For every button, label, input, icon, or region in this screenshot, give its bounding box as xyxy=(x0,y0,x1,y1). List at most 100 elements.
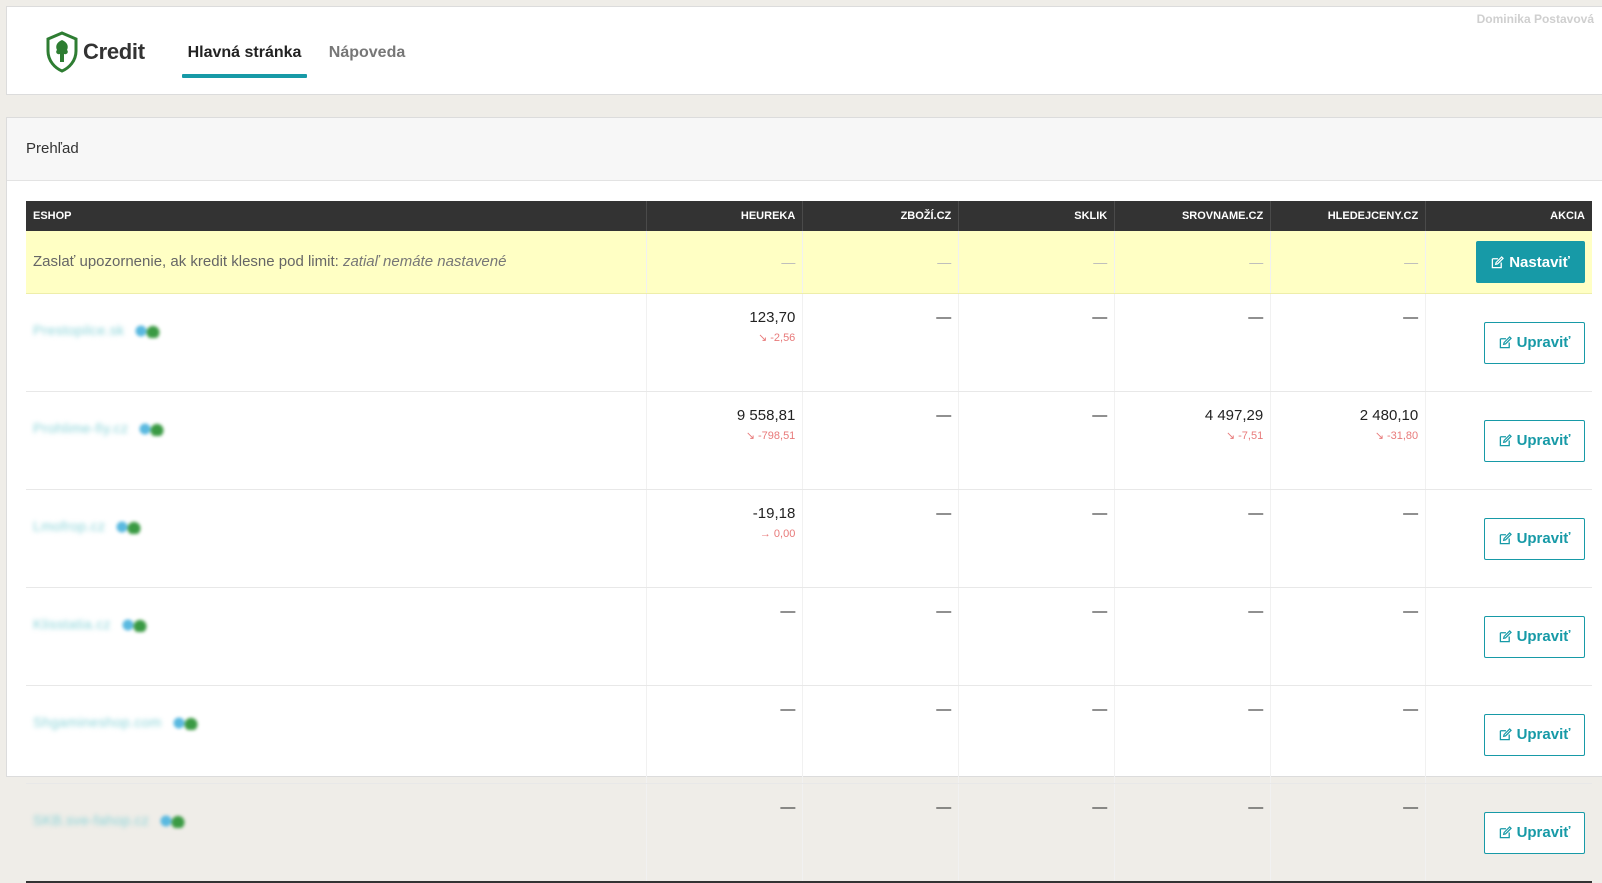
eshop-badge-icon xyxy=(136,421,167,436)
column-header-hledejceny[interactable]: HLEDEJCENY.CZ xyxy=(1270,201,1427,231)
credit-value: — xyxy=(936,407,952,424)
credit-value: — xyxy=(1248,309,1264,326)
table-row: Prestopilce.sk 123,70 ↘ -2,56 — — — — Upraviť xyxy=(26,293,1592,392)
eshop-cell: Shgamineshop.com xyxy=(26,685,648,784)
credit-value: — xyxy=(936,799,952,816)
tab-main-page[interactable]: Hlavná stránka xyxy=(182,7,307,78)
credit-cell-heureka: 123,70 ↘ -2,56 xyxy=(646,293,804,392)
table-row: Lmofrop.cz -19,18 → 0,00 — — — — Upraviť xyxy=(26,489,1592,588)
credit-cell-hledejceny: — xyxy=(1270,783,1427,883)
credit-cell-srovname: — xyxy=(1114,489,1272,588)
credit-value: — xyxy=(1248,505,1264,522)
edit-button[interactable]: Upraviť xyxy=(1484,419,1585,462)
edit-button[interactable]: Upraviť xyxy=(1484,517,1585,560)
edit-button[interactable]: Upraviť xyxy=(1484,615,1585,658)
credit-value: — xyxy=(1092,701,1108,718)
panel-title: Prehľad xyxy=(7,118,1602,181)
credit-value: — xyxy=(936,505,952,522)
column-header-zbozi[interactable]: ZBOŽÍ.CZ xyxy=(802,201,960,231)
credit-value: — xyxy=(1092,505,1108,522)
credit-value: — xyxy=(1092,799,1108,816)
edit-icon xyxy=(1499,532,1512,545)
credit-value: 4 497,29 xyxy=(1204,407,1264,424)
credit-cell-heureka: — xyxy=(646,783,804,883)
credit-cell-srovname: — xyxy=(1114,293,1272,392)
eshop-badge-icon xyxy=(169,715,200,730)
credit-value: — xyxy=(1248,701,1264,718)
eshop-cell: SKB.sve-fahop.cz xyxy=(26,783,648,883)
eshop-name-link[interactable]: Lmofrop.cz xyxy=(33,518,105,534)
credit-value: — xyxy=(1092,309,1108,326)
alert-text-cell: Zaslať upozornenie, ak kredit klesne pod… xyxy=(26,231,648,294)
top-navbar: Credit Hlavná stránka Nápoveda Dominika … xyxy=(6,6,1602,95)
credit-value: 9 558,81 xyxy=(736,407,796,424)
credit-cell-srovname: — xyxy=(1114,685,1272,784)
eshop-badge-icon xyxy=(113,519,144,534)
credit-value: — xyxy=(1248,799,1264,816)
credit-value: — xyxy=(1092,603,1108,620)
column-header-sklik[interactable]: SKLIK xyxy=(958,201,1116,231)
alert-status: zatiaľ nemáte nastavené xyxy=(342,253,507,270)
edit-button-label: Upraviť xyxy=(1516,432,1571,449)
credit-cell-zbozi: — xyxy=(802,293,960,392)
eshop-name-link[interactable]: Prestopilce.sk xyxy=(33,322,124,338)
table-row: Prohlime-fiy.cz 9 558,81 ↘ -798,51 — — 4 497,… xyxy=(26,391,1592,490)
edit-button[interactable]: Upraviť xyxy=(1484,713,1585,756)
credit-cell-srovname: 4 497,29 ↘ -7,51 xyxy=(1114,391,1272,490)
alert-value-sklik: — xyxy=(958,231,1116,294)
alert-value-zbozi: — xyxy=(802,231,960,294)
credit-cell-heureka: -19,18 → 0,00 xyxy=(646,489,804,588)
eshop-cell: Prohlime-fiy.cz xyxy=(26,391,648,490)
credit-delta: ↘ -7,51 xyxy=(1225,430,1264,442)
table-header-row: ESHOP HEUREKA ZBOŽÍ.CZ SKLIK SROVNAME.CZ… xyxy=(26,201,1592,231)
tab-help[interactable]: Nápoveda xyxy=(322,7,412,77)
eshop-name-link[interactable]: Shgamineshop.com xyxy=(33,714,162,730)
credit-cell-sklik: — xyxy=(958,783,1116,883)
credit-cell-zbozi: — xyxy=(802,685,960,784)
credit-cell-heureka: — xyxy=(646,587,804,686)
edit-icon xyxy=(1499,336,1512,349)
credit-cell-sklik: — xyxy=(958,587,1116,686)
edit-icon xyxy=(1499,434,1512,447)
edit-button[interactable]: Upraviť xyxy=(1484,811,1585,854)
eshop-cell: Klisstatia.cz xyxy=(26,587,648,686)
credit-value: — xyxy=(1092,407,1108,424)
edit-button-label: Upraviť xyxy=(1516,530,1571,547)
edit-button-label: Upraviť xyxy=(1516,824,1571,841)
column-header-eshop[interactable]: ESHOP xyxy=(26,201,648,231)
shield-tree-icon xyxy=(46,31,78,73)
credit-cell-sklik: — xyxy=(958,685,1116,784)
edit-icon xyxy=(1499,826,1512,839)
edit-button[interactable]: Upraviť xyxy=(1484,321,1585,364)
alert-limit-row: Zaslať upozornenie, ak kredit klesne pod… xyxy=(26,231,1592,294)
credit-value: — xyxy=(1403,799,1419,816)
logo-text: Credit xyxy=(83,39,145,64)
credit-value: 2 480,10 xyxy=(1359,407,1419,424)
credit-cell-hledejceny: — xyxy=(1270,685,1427,784)
eshop-name-link[interactable]: Klisstatia.cz xyxy=(33,616,111,632)
set-limit-button[interactable]: Nastaviť xyxy=(1476,241,1585,283)
credit-value: -19,18 xyxy=(752,505,796,522)
edit-icon xyxy=(1499,728,1512,741)
credit-delta: ↘ -798,51 xyxy=(745,430,796,442)
table-row: Klisstatia.cz — — — — — Upraviť xyxy=(26,587,1592,686)
credit-cell-hledejceny: — xyxy=(1270,587,1427,686)
eshop-name-link[interactable]: Prohlime-fiy.cz xyxy=(33,420,128,436)
eshop-name-link[interactable]: SKB.sve-fahop.cz xyxy=(33,812,149,828)
eshop-cell: Lmofrop.cz xyxy=(26,489,648,588)
column-header-heureka[interactable]: HEUREKA xyxy=(646,201,804,231)
alert-value-hledejceny: — xyxy=(1270,231,1427,294)
column-header-srovname[interactable]: SROVNAME.CZ xyxy=(1114,201,1272,231)
table-rows: Prestopilce.sk 123,70 ↘ -2,56— — — — Upraviť Pr… xyxy=(26,293,1592,883)
column-header-action: AKCIA xyxy=(1425,201,1592,231)
alert-text: Zaslať upozornenie, ak kredit klesne pod… xyxy=(33,253,507,270)
app-logo[interactable]: Credit xyxy=(45,29,145,75)
credit-value: — xyxy=(1403,309,1419,326)
credit-value: — xyxy=(936,603,952,620)
credit-cell-zbozi: — xyxy=(802,489,960,588)
credit-value: — xyxy=(780,603,796,620)
credit-cell-hledejceny: — xyxy=(1270,293,1427,392)
credit-delta: → 0,00 xyxy=(759,528,796,540)
user-name[interactable]: Dominika Postavová xyxy=(1477,12,1594,26)
credit-value: — xyxy=(936,701,952,718)
